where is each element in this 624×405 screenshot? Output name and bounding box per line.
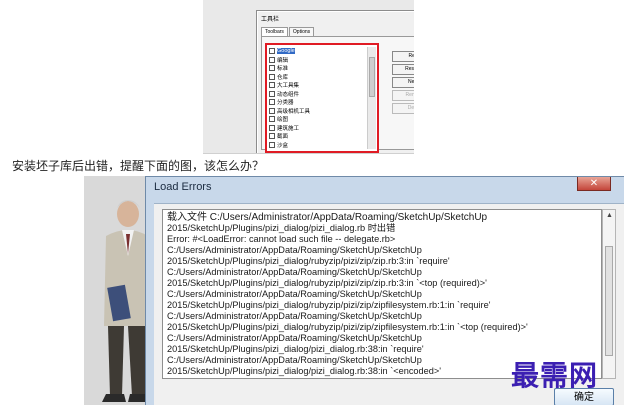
error-line: C:/Users/Administrator/AppData/Roaming/S… bbox=[167, 333, 422, 343]
toolbar-list-item[interactable]: 绘图 bbox=[269, 115, 365, 124]
toolbar-list-item-label: Google bbox=[277, 48, 295, 55]
error-line: 载入文件 C:/Users/Administrator/AppData/Roam… bbox=[167, 212, 488, 223]
dialog-title: Load Errors bbox=[154, 181, 212, 193]
new-button[interactable]: New... bbox=[392, 77, 414, 88]
checkbox[interactable] bbox=[269, 65, 275, 72]
checkbox[interactable] bbox=[269, 124, 275, 131]
checkbox[interactable] bbox=[269, 56, 275, 63]
checkbox[interactable] bbox=[269, 48, 275, 55]
checkbox[interactable] bbox=[269, 99, 275, 106]
toolbar-list-item[interactable]: 分类器 bbox=[269, 98, 365, 107]
tab-toolbars[interactable]: Toolbars bbox=[261, 27, 288, 36]
error-log-scrollbar[interactable]: ▲ bbox=[602, 209, 616, 379]
close-icon[interactable]: ✕ bbox=[577, 177, 611, 191]
toolbar-list-item-label: 动态组件 bbox=[277, 91, 300, 98]
toolbar-list-item[interactable]: 大工具集 bbox=[269, 81, 365, 90]
error-line: C:/Users/Administrator/AppData/Roaming/S… bbox=[167, 245, 422, 255]
toolbar-list-item-label: 编辑 bbox=[277, 57, 289, 64]
error-line: 2015/SketchUp/Plugins/pizi_dialog/rubyzi… bbox=[167, 322, 528, 332]
toolbar-list-item[interactable]: 动态组件 bbox=[269, 90, 365, 99]
toolbar-screenshot: 工具栏 ✕ Toolbars Options Google编辑标准仓库大工具集动… bbox=[203, 0, 414, 154]
toolbar-list-item[interactable]: 编辑 bbox=[269, 56, 365, 65]
error-line: 2015/SketchUp/Plugins/pizi_dialog/rubyzi… bbox=[167, 300, 491, 310]
error-line: C:/Users/Administrator/AppData/Roaming/S… bbox=[167, 311, 422, 321]
error-line: C:/Users/Administrator/AppData/Roaming/S… bbox=[167, 289, 422, 299]
dialog-title: 工具栏 bbox=[261, 17, 280, 23]
checkbox[interactable] bbox=[269, 116, 275, 123]
toolbar-list-item-label: 分类器 bbox=[277, 100, 294, 107]
toolbar-list-item[interactable]: 仓库 bbox=[269, 73, 365, 82]
error-line: 2015/SketchUp/Plugins/pizi_dialog/pizi_d… bbox=[167, 223, 396, 233]
scroll-up-icon[interactable]: ▲ bbox=[606, 212, 613, 219]
error-line: C:/Users/Administrator/AppData/Roaming/S… bbox=[167, 267, 422, 277]
toolbar-list-item[interactable]: 标准 bbox=[269, 64, 365, 73]
reset-all-button[interactable]: Reset All bbox=[392, 64, 414, 75]
scroll-thumb[interactable] bbox=[369, 57, 375, 97]
checkbox[interactable] bbox=[269, 133, 275, 140]
error-line: 2015/SketchUp/Plugins/pizi_dialog/rubyzi… bbox=[167, 256, 450, 266]
error-line: Error: #<LoadError: cannot load such fil… bbox=[167, 234, 396, 244]
toolbar-list-item-label: 绘图 bbox=[277, 117, 289, 124]
scroll-thumb[interactable] bbox=[605, 246, 613, 356]
toolbars-dialog: 工具栏 ✕ Toolbars Options Google编辑标准仓库大工具集动… bbox=[256, 10, 414, 153]
question-text: 安装坯子库后出错，提醒下面的图，该怎么办？ bbox=[12, 159, 265, 173]
toolbar-list-item[interactable]: 截面 bbox=[269, 132, 365, 141]
toolbar-list-item-label: 建筑施工 bbox=[277, 125, 300, 132]
toolbar-list-item[interactable]: Google bbox=[269, 47, 365, 56]
tab-bar: Toolbars Options bbox=[261, 27, 315, 36]
toolbar-list-item[interactable]: 高级相机工具 bbox=[269, 107, 365, 116]
error-line: 2015/SketchUp/Plugins/pizi_dialog/rubyzi… bbox=[167, 278, 487, 288]
toolbar-list: Google编辑标准仓库大工具集动态组件分类器高级相机工具绘图建筑施工截面沙盒实… bbox=[265, 43, 379, 153]
toolbar-list-item[interactable]: 沙盒 bbox=[269, 141, 365, 150]
delete-button[interactable]: Delete bbox=[392, 103, 414, 114]
site-watermark: 最需网 bbox=[511, 359, 599, 392]
tab-options[interactable]: Options bbox=[288, 27, 315, 36]
toolbar-list-item-label: 高级相机工具 bbox=[277, 108, 311, 115]
person-figure bbox=[102, 200, 152, 402]
toolbar-list-item-label: 仓库 bbox=[277, 74, 289, 81]
toolbar-list-items: Google编辑标准仓库大工具集动态组件分类器高级相机工具绘图建筑施工截面沙盒实… bbox=[269, 47, 365, 149]
rename-button[interactable]: Rename bbox=[392, 90, 414, 101]
checkbox[interactable] bbox=[269, 141, 275, 148]
toolbar-list-item-label: 沙盒 bbox=[277, 142, 289, 149]
toolbar-list-item-label: 大工具集 bbox=[277, 83, 300, 90]
checkbox[interactable] bbox=[269, 73, 275, 80]
reset-button[interactable]: Reset bbox=[392, 51, 414, 62]
checkbox[interactable] bbox=[269, 107, 275, 114]
toolbar-list-item-label: 截面 bbox=[277, 134, 289, 141]
toolbar-list-item[interactable]: 建筑施工 bbox=[269, 124, 365, 133]
toolbar-list-item-label: 标准 bbox=[277, 66, 289, 73]
checkbox[interactable] bbox=[269, 82, 275, 89]
checkbox[interactable] bbox=[269, 90, 275, 97]
list-scrollbar[interactable] bbox=[367, 47, 376, 149]
